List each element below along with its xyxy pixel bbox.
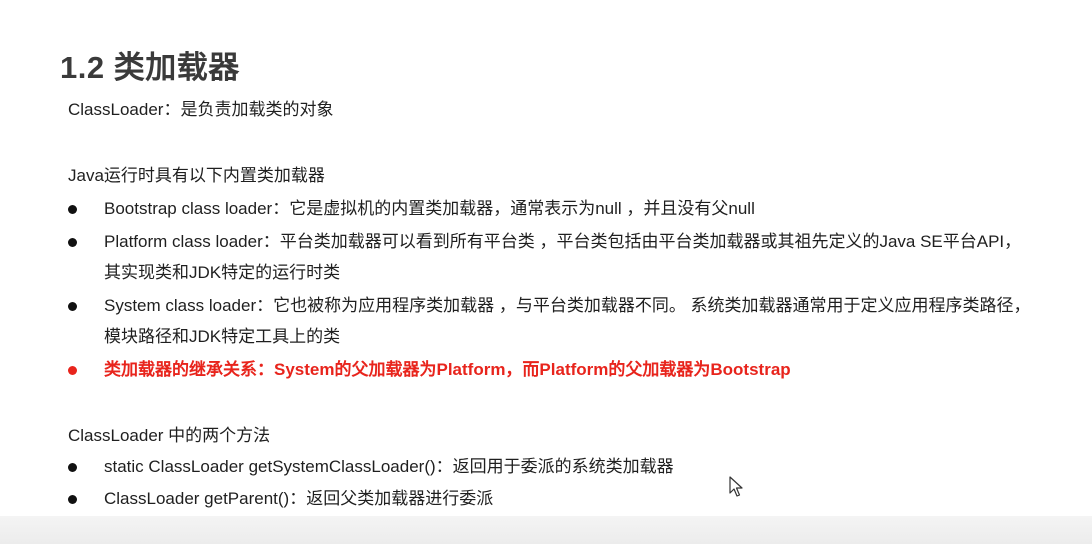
section-heading: 1.2 类加载器	[60, 50, 240, 85]
bullet-dot	[68, 230, 80, 247]
builtin-item-system-cont: 模块路径和JDK特定工具上的类	[104, 327, 341, 346]
builtin-item-platform: Platform class loader：平台类加载器可以看到所有平台类 ，平…	[104, 232, 1022, 251]
builtin-item-inheritance: 类加载器的继承关系：System的父加载器为Platform，而Platform…	[104, 360, 791, 379]
bullet-dot	[68, 487, 80, 504]
methods-title: ClassLoader 中的两个方法	[68, 426, 271, 445]
builtin-loaders-title: Java运行时具有以下内置类加载器	[68, 166, 325, 185]
method-item-getsystemclassloader: static ClassLoader getSystemClassLoader(…	[104, 457, 674, 476]
builtin-item-system: System class loader：它也被称为应用程序类加载器 ，与平台类加…	[104, 296, 1031, 315]
builtin-item-bootstrap: Bootstrap class loader：它是虚拟机的内置类加载器，通常表示…	[104, 199, 755, 218]
bullet-dot-red	[68, 358, 80, 375]
method-item-getparent: ClassLoader getParent()：返回父类加载器进行委派	[104, 489, 494, 508]
bullet-dot	[68, 455, 80, 472]
mouse-pointer-icon	[729, 476, 743, 497]
slide: 1.2 类加载器 ClassLoader：是负责加载类的对象 Java运行时具有…	[0, 0, 1092, 544]
intro-text: ClassLoader：是负责加载类的对象	[68, 100, 334, 119]
builtin-item-platform-cont: 其实现类和JDK特定的运行时类	[104, 263, 341, 282]
bottom-bar	[0, 516, 1092, 544]
bullet-dot	[68, 197, 80, 214]
bullet-dot	[68, 294, 80, 311]
